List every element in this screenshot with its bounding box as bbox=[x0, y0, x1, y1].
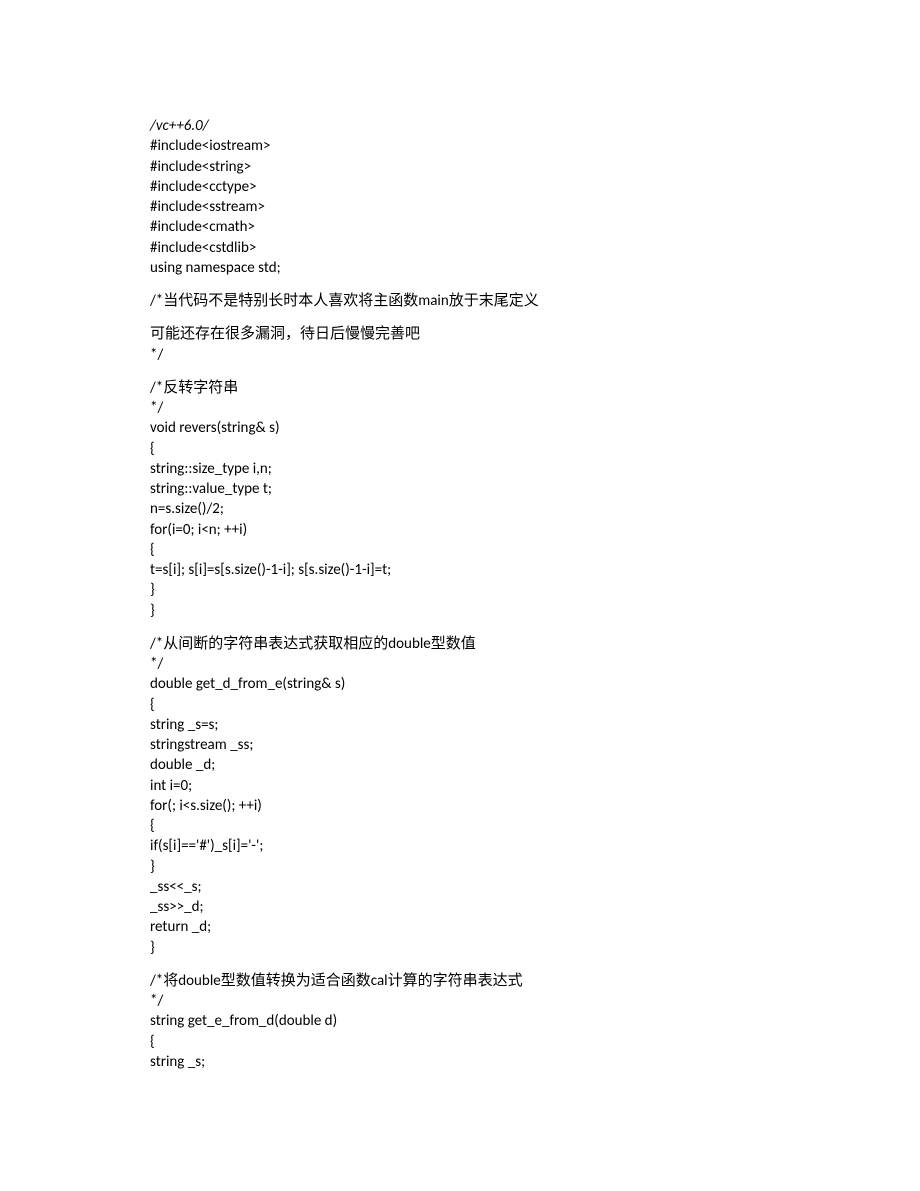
code-line: } bbox=[150, 938, 770, 958]
code-content: /vc++6.0/#include<iostream>#include<stri… bbox=[150, 116, 770, 1072]
code-line: string::size_type i,n; bbox=[150, 459, 770, 479]
code-line: #include<cmath> bbox=[150, 217, 770, 237]
code-line: t=s[i]; s[i]=s[s.size()-1-i]; s[s.size()… bbox=[150, 560, 770, 580]
code-line: _ss>>_d; bbox=[150, 897, 770, 917]
code-line: #include<cstdlib> bbox=[150, 238, 770, 258]
code-block: 可能还存在很多漏洞，待日后慢慢完善吧*/ bbox=[150, 324, 770, 365]
code-line: /*将double型数值转换为适合函数cal计算的字符串表达式 bbox=[150, 971, 770, 991]
code-line: string _s; bbox=[150, 1052, 770, 1072]
code-line: { bbox=[150, 695, 770, 715]
code-block: /*当代码不是特别长时本人喜欢将主函数main放于末尾定义 bbox=[150, 291, 770, 311]
code-line: string::value_type t; bbox=[150, 479, 770, 499]
code-line: { bbox=[150, 439, 770, 459]
code-line: */ bbox=[150, 654, 770, 674]
code-line: string _s=s; bbox=[150, 715, 770, 735]
code-line: #include<cctype> bbox=[150, 177, 770, 197]
code-line: #include<iostream> bbox=[150, 136, 770, 156]
code-line: return _d; bbox=[150, 917, 770, 937]
code-line: n=s.size()/2; bbox=[150, 499, 770, 519]
code-line: /vc++6.0/ bbox=[150, 116, 770, 136]
code-line: } bbox=[150, 601, 770, 621]
code-line: { bbox=[150, 816, 770, 836]
code-line: int i=0; bbox=[150, 776, 770, 796]
code-line: _ss<<_s; bbox=[150, 877, 770, 897]
code-line: void revers(string& s) bbox=[150, 418, 770, 438]
code-line: { bbox=[150, 540, 770, 560]
code-line: */ bbox=[150, 345, 770, 365]
code-line: /*从间断的字符串表达式获取相应的double型数值 bbox=[150, 634, 770, 654]
code-line: #include<sstream> bbox=[150, 197, 770, 217]
code-line: /*当代码不是特别长时本人喜欢将主函数main放于末尾定义 bbox=[150, 291, 770, 311]
code-line: } bbox=[150, 580, 770, 600]
code-line: double _d; bbox=[150, 755, 770, 775]
code-line: /*反转字符串 bbox=[150, 378, 770, 398]
code-line: } bbox=[150, 857, 770, 877]
code-line: for(; i<s.size(); ++i) bbox=[150, 796, 770, 816]
code-line: if(s[i]=='#')_s[i]='-'; bbox=[150, 836, 770, 856]
code-line: */ bbox=[150, 398, 770, 418]
code-line: double get_d_from_e(string& s) bbox=[150, 674, 770, 694]
code-block: /*从间断的字符串表达式获取相应的double型数值*/double get_d… bbox=[150, 634, 770, 958]
code-block: /vc++6.0/#include<iostream>#include<stri… bbox=[150, 116, 770, 278]
document-page: /vc++6.0/#include<iostream>#include<stri… bbox=[0, 0, 920, 1191]
code-line: using namespace std; bbox=[150, 258, 770, 278]
code-line: #include<string> bbox=[150, 157, 770, 177]
code-line: stringstream _ss; bbox=[150, 735, 770, 755]
code-block: /*反转字符串*/void revers(string& s){string::… bbox=[150, 378, 770, 621]
code-line: for(i=0; i<n; ++i) bbox=[150, 520, 770, 540]
code-block: /*将double型数值转换为适合函数cal计算的字符串表达式*/string … bbox=[150, 971, 770, 1072]
code-line: 可能还存在很多漏洞，待日后慢慢完善吧 bbox=[150, 324, 770, 344]
code-line: { bbox=[150, 1032, 770, 1052]
code-line: */ bbox=[150, 991, 770, 1011]
code-line: string get_e_from_d(double d) bbox=[150, 1011, 770, 1031]
